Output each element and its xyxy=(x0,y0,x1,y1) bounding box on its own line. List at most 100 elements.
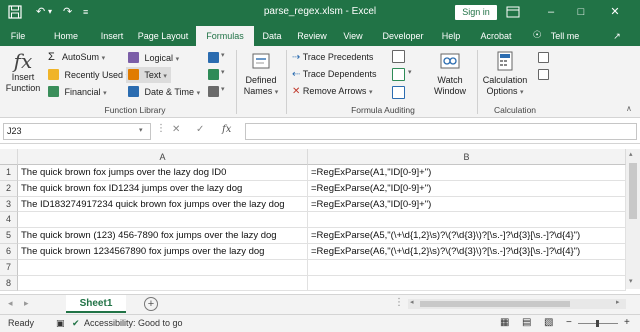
cell-b[interactable] xyxy=(308,212,626,229)
row-header[interactable]: 7 xyxy=(0,259,18,276)
sign-in-button[interactable]: Sign in xyxy=(455,5,497,20)
tab-page-layout[interactable]: Page Layout xyxy=(133,26,193,46)
row-header[interactable]: 8 xyxy=(0,275,18,292)
cell-b[interactable]: =RegExParse(A3,"ID[0-9]+") xyxy=(308,196,626,213)
cell-b[interactable] xyxy=(308,259,626,276)
insert-function-button[interactable]: fx Insert Function xyxy=(3,50,43,94)
text-button[interactable]: Text ▾ xyxy=(126,67,171,83)
row-header[interactable]: 6 xyxy=(0,244,18,260)
zoom-slider-thumb[interactable] xyxy=(596,320,599,327)
formula-input[interactable] xyxy=(245,123,637,140)
horizontal-scrollbar[interactable]: ◂ ▸ xyxy=(408,299,626,309)
page-break-view-icon[interactable]: ▧ xyxy=(544,317,553,328)
cell-a[interactable]: The ID183274917234 quick brown fox jumps… xyxy=(18,196,308,213)
cancel-entry-icon[interactable]: ✕ xyxy=(172,124,180,135)
accessibility-status[interactable]: Accessibility: Good to go xyxy=(84,318,183,328)
trace-dependents-button[interactable]: ⇠ Trace Dependents xyxy=(292,69,376,80)
scroll-thumb[interactable] xyxy=(629,163,637,219)
error-checking-icon[interactable] xyxy=(392,68,405,81)
cell-a[interactable]: The quick brown 1234567890 fox jumps ove… xyxy=(18,244,308,260)
trace-precedents-button[interactable]: ⇢ Trace Precedents xyxy=(292,52,373,63)
lookup-reference-icon[interactable] xyxy=(208,52,219,63)
tab-help[interactable]: Help xyxy=(436,26,466,46)
row-header[interactable]: 1 xyxy=(0,165,18,181)
macro-record-icon[interactable]: ▣ xyxy=(56,318,65,329)
math-trig-icon[interactable] xyxy=(208,69,219,80)
cell-b[interactable]: =RegExParse(A5,"(\+\d{1,2}\s)?\(?\d{3}\)… xyxy=(308,228,626,244)
confirm-entry-icon[interactable]: ✓ xyxy=(196,124,204,135)
row-header[interactable]: 3 xyxy=(0,196,18,213)
cell-a[interactable] xyxy=(18,259,308,276)
cell-a[interactable]: The quick brown fox ID1234 jumps over th… xyxy=(18,180,308,197)
more-sheets-icon[interactable]: ⋮ xyxy=(394,297,404,308)
calculate-now-icon[interactable] xyxy=(538,52,549,63)
scroll-down-icon[interactable]: ▾ xyxy=(629,277,633,285)
evaluate-formula-icon[interactable] xyxy=(392,86,405,99)
name-box[interactable]: J23 xyxy=(3,123,151,140)
column-header-a[interactable]: A xyxy=(18,149,308,165)
collapse-ribbon-icon[interactable]: ∧ xyxy=(626,104,632,113)
customize-toolbar-icon[interactable]: ≡ xyxy=(83,5,88,19)
horizontal-scroll-thumb[interactable] xyxy=(420,301,570,307)
recently-used-button[interactable]: Recently Used ▾ xyxy=(48,69,129,82)
show-formulas-icon[interactable] xyxy=(392,50,405,63)
row-header[interactable]: 4 xyxy=(0,212,18,229)
logical-button[interactable]: Logical ▾ xyxy=(128,52,179,65)
autosum-button[interactable]: Σ AutoSum ▾ xyxy=(48,52,105,64)
tab-home[interactable]: Home xyxy=(44,26,88,46)
redo-icon[interactable]: ↷ xyxy=(63,5,72,19)
row-header[interactable]: 2 xyxy=(0,180,18,197)
column-header-b[interactable]: B xyxy=(308,149,626,165)
select-all-corner[interactable] xyxy=(0,149,18,165)
cell-b[interactable]: =RegExParse(A6,"(\+\d{1,2}\s)?\(?\d{3}\)… xyxy=(308,244,626,260)
tab-insert[interactable]: Insert xyxy=(92,26,132,46)
zoom-in-icon[interactable]: + xyxy=(624,317,630,328)
zoom-out-icon[interactable]: − xyxy=(566,317,572,328)
tab-review[interactable]: Review xyxy=(293,26,331,46)
close-icon[interactable]: ✕ xyxy=(604,3,626,21)
share-icon[interactable]: ↗ xyxy=(610,26,624,46)
tab-view[interactable]: View xyxy=(337,26,369,46)
date-time-button[interactable]: Date & Time ▾ xyxy=(128,86,200,99)
cell-a[interactable] xyxy=(18,212,308,229)
next-sheet-icon[interactable]: ▸ xyxy=(24,298,29,309)
defined-names-button[interactable]: Defined Names ▾ xyxy=(241,50,281,98)
more-functions-icon[interactable] xyxy=(208,86,219,97)
cell-a[interactable]: The quick brown fox jumps over the lazy … xyxy=(18,165,308,181)
insert-function-icon[interactable]: fx xyxy=(222,124,231,135)
row-header[interactable]: 5 xyxy=(0,228,18,244)
undo-dropdown-icon[interactable]: ▾ xyxy=(48,5,52,19)
minimize-icon[interactable]: – xyxy=(540,3,562,21)
tell-me-search[interactable]: Tell me xyxy=(546,26,584,46)
name-box-dropdown-icon[interactable]: ▾ xyxy=(139,126,143,134)
tab-file[interactable]: File xyxy=(4,26,32,46)
normal-view-icon[interactable]: ▦ xyxy=(500,317,509,328)
cell-b[interactable]: =RegExParse(A2,"ID[0-9]+") xyxy=(308,180,626,197)
page-layout-view-icon[interactable]: ▤ xyxy=(522,317,531,328)
watch-window-button[interactable]: Watch Window xyxy=(428,50,472,97)
save-icon[interactable] xyxy=(8,5,22,19)
cell-b[interactable]: =RegExParse(A1,"ID[0-9]+") xyxy=(308,165,626,181)
zoom-slider[interactable] xyxy=(578,320,618,327)
scroll-right-icon[interactable]: ▸ xyxy=(616,298,620,306)
scroll-up-icon[interactable]: ▴ xyxy=(629,150,633,158)
add-sheet-icon[interactable]: + xyxy=(144,297,158,311)
tab-formulas[interactable]: Formulas xyxy=(196,26,254,46)
prev-sheet-icon[interactable]: ◂ xyxy=(8,298,13,309)
remove-arrows-button[interactable]: ✕ Remove Arrows ▾ xyxy=(292,86,372,98)
tab-acrobat[interactable]: Acrobat xyxy=(474,26,518,46)
sheet-tab-sheet1[interactable]: Sheet1 xyxy=(66,295,126,313)
cell-a[interactable] xyxy=(18,275,308,292)
undo-icon[interactable]: ↶ xyxy=(36,5,45,19)
calculate-sheet-icon[interactable] xyxy=(538,69,549,80)
ribbon-display-icon[interactable] xyxy=(506,6,520,18)
cell-b[interactable] xyxy=(308,275,626,292)
scroll-left-icon[interactable]: ◂ xyxy=(410,298,414,306)
financial-button[interactable]: Financial ▾ xyxy=(48,86,107,99)
calculation-options-button[interactable]: Calculation Options ▾ xyxy=(480,50,530,98)
tab-developer[interactable]: Developer xyxy=(378,26,428,46)
accessibility-icon[interactable]: ✔ xyxy=(72,318,80,329)
maximize-icon[interactable]: □ xyxy=(570,3,592,21)
cell-a[interactable]: The quick brown (123) 456-7890 fox jumps… xyxy=(18,228,308,244)
vertical-scrollbar[interactable]: ▴ ▾ xyxy=(626,149,640,289)
